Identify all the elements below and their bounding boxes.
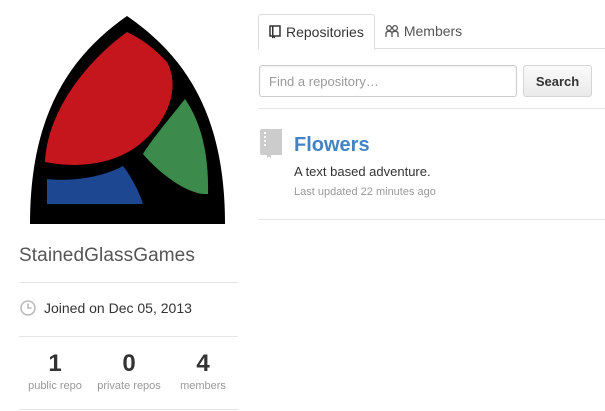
book-icon bbox=[260, 129, 282, 158]
clock-icon bbox=[20, 300, 36, 316]
repo-link[interactable]: Flowers bbox=[294, 134, 370, 157]
divider bbox=[258, 108, 605, 109]
search-button[interactable]: Search bbox=[523, 65, 592, 97]
tab-bar: Repositories Members bbox=[258, 14, 472, 50]
repo-icon bbox=[269, 25, 281, 39]
stat-value: 4 bbox=[196, 350, 210, 377]
tab-label: Members bbox=[403, 23, 463, 39]
joined-text: Joined on Dec 05, 2013 bbox=[44, 300, 192, 316]
tab-members[interactable]: Members bbox=[375, 14, 472, 48]
stat-label: members bbox=[180, 380, 226, 392]
repo-updated: Last updated 22 minutes ago bbox=[294, 186, 436, 198]
org-name: StainedGlassGames bbox=[19, 245, 195, 266]
repo-search-input[interactable] bbox=[259, 65, 517, 97]
divider bbox=[258, 219, 605, 220]
tab-label: Repositories bbox=[286, 24, 364, 40]
stat-members[interactable]: 4 members bbox=[158, 350, 248, 392]
tab-repositories[interactable]: Repositories bbox=[258, 14, 375, 50]
joined-date: Joined on Dec 05, 2013 bbox=[19, 299, 192, 317]
divider bbox=[19, 336, 238, 337]
repo-description: A text based adventure. bbox=[294, 164, 431, 179]
divider bbox=[19, 409, 238, 410]
divider bbox=[19, 282, 238, 283]
people-icon bbox=[385, 24, 399, 37]
org-logo bbox=[30, 16, 225, 224]
